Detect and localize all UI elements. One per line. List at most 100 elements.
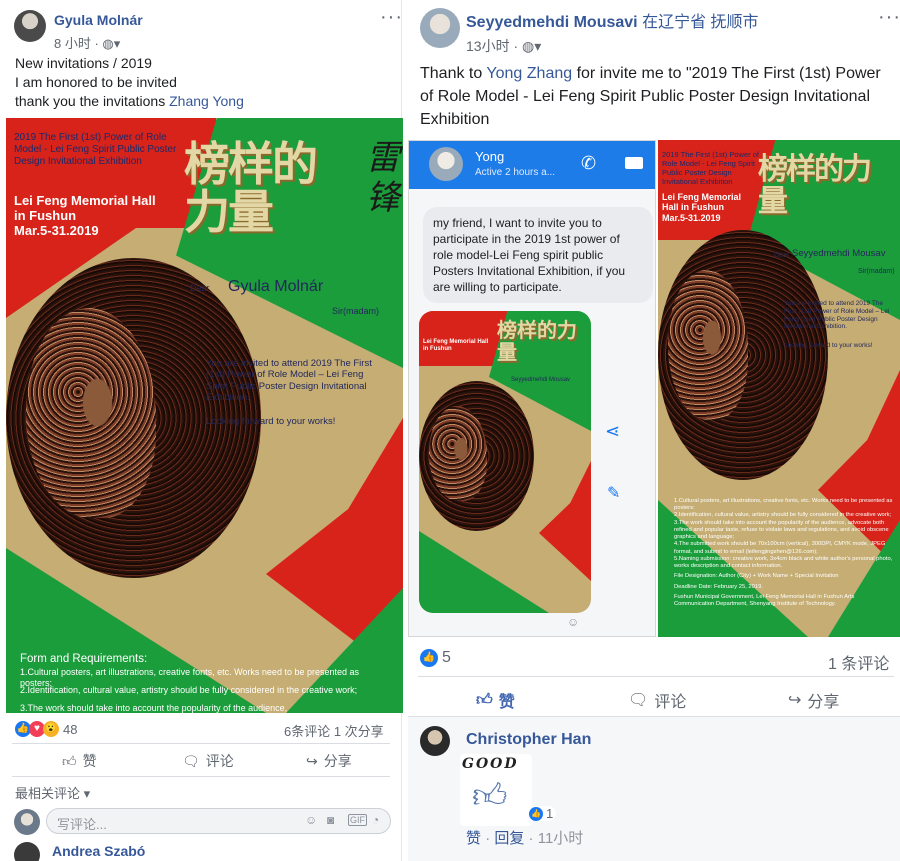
author-name[interactable]: Seyyedmehdi Mousavi [466, 14, 638, 31]
poster-image[interactable]: 2019 The First (1st) Power of Role Model… [6, 118, 403, 713]
location[interactable]: 在辽宁省 抚顺市 [642, 14, 758, 31]
comment-button[interactable]: 🗨︎ 评论 [182, 751, 234, 771]
comment-time[interactable]: 11小时 [538, 830, 584, 847]
current-user-avatar [14, 809, 40, 835]
poster-organizer: Fushun Municipal Government, Lei Feng Me… [674, 593, 855, 608]
poster-looking: Looking forward to your works! [206, 416, 336, 427]
post-text: Thank to Yong Zhang for invite me to "20… [420, 65, 881, 128]
poster-invite: You are invited to attend 2019 The First… [784, 300, 890, 331]
like-button[interactable]: 👍︎ 赞 [476, 688, 515, 712]
chevron-down-icon: ▾ [80, 786, 91, 801]
right-post-card: Seyyedmehdi Mousavi 在辽宁省 抚顺市 13小时 · ◍▾ ·… [408, 0, 900, 861]
poster-recipient: Gyula Molnár [228, 278, 324, 295]
poster-thumbnail[interactable]: 榜样的力量 Lei Feng Memorial Hall in Fushun S… [419, 311, 591, 613]
author-avatar[interactable] [420, 8, 460, 48]
divider [12, 743, 390, 744]
poster-form-2: 2.Identification, cultural value, artist… [674, 512, 892, 519]
poster-designation: File Designation: Author (City) + Work N… [674, 573, 839, 580]
reactions-summary[interactable]: 👍 ♥ 😮 48 [15, 721, 77, 737]
comment-reaction-count: 1 [546, 806, 554, 821]
poster-deadline: Deadline Date: February 25, 2019. [674, 583, 763, 590]
poster-calligraphy: 榜样的力量 [758, 152, 872, 219]
contact-status: Active 2 hours a... [475, 167, 556, 178]
poster-dates: Mar.5-31.2019 [662, 213, 721, 223]
share-icon: ↪ [788, 692, 802, 709]
poster-form-1: 1.Cultural posters, art illustrations, c… [674, 498, 893, 512]
share-button[interactable]: ↪ 分享 [788, 688, 839, 712]
globe-icon: · ◍▾ [513, 38, 542, 54]
comment-button[interactable]: 🗨︎ 评论 [628, 688, 686, 712]
comment-reaction-badge[interactable]: 👍 1 [526, 806, 557, 821]
commenter-name[interactable]: Christopher Han [466, 731, 591, 749]
post-options-icon[interactable]: ··· [878, 7, 900, 27]
comment-icon: 🗨︎ [182, 752, 200, 769]
thumb-calligraphy: 榜样的力量 [497, 318, 577, 364]
sticker-reaction-icon[interactable]: ☺ [567, 615, 579, 629]
poster-dear: Dear [190, 283, 210, 293]
messenger-screenshot[interactable]: Yong Active 2 hours a... ✆ my friend, I … [408, 140, 656, 637]
post-meta: 8 小时 · ◍▾ [54, 33, 120, 52]
post-options-icon[interactable]: ··· [380, 7, 403, 27]
comments-shares-count[interactable]: 6条评论 1 次分享 [284, 721, 384, 740]
share-icon: ↪ [306, 752, 318, 769]
post-text: New invitations / 2019 I am honored to b… [15, 54, 244, 111]
author-name[interactable]: Gyula Molnár [54, 12, 143, 28]
edit-icon[interactable]: ✎ [607, 483, 620, 503]
post-time[interactable]: 13小时 [466, 38, 510, 54]
like-reaction-icon: 👍 [420, 649, 438, 667]
emoji-icon[interactable]: ☺ [305, 813, 317, 827]
video-call-icon[interactable] [625, 157, 643, 169]
post-text-line-3: thank you the invitations Zhang Yong [15, 93, 244, 109]
author-header: Seyyedmehdi Mousavi 在辽宁省 抚顺市 [466, 8, 759, 32]
like-reaction-icon: 👍 [529, 806, 543, 821]
poster-image[interactable]: 2019 The First (1st) Power of Role Model… [658, 140, 900, 637]
poster-sir: Sir(madam) [858, 268, 895, 275]
poster-form-5: 5.Naming submission: creative work, 3x4c… [674, 555, 893, 570]
sticker-icon[interactable]: ◔ [372, 813, 379, 827]
comment-input[interactable]: 写评论... ☺ ◙ GIF ◔ [46, 808, 391, 834]
comment-like-link[interactable]: 赞 [466, 830, 481, 847]
poster-form-4: 4.The submitted work should be 70x100cm … [674, 541, 886, 555]
share-icon[interactable]: ⋖ [605, 421, 620, 442]
reactions-summary[interactable]: 👍 5 [420, 649, 451, 667]
author-avatar[interactable] [14, 10, 46, 42]
poster-title: 2019 The First (1st) Power of Role Model… [14, 132, 177, 167]
next-commenter-name[interactable]: Andrea Szabó [52, 843, 145, 859]
globe-icon: · ◍▾ [94, 36, 121, 51]
thumb-venue: Lei Feng Memorial Hall in Fushun [423, 339, 489, 352]
comment-reply-link[interactable]: 回复 [494, 830, 524, 847]
comment-placeholder: 写评论... [57, 817, 107, 832]
contact-avatar [429, 147, 463, 181]
mention-link[interactable]: Zhang Yong [169, 93, 244, 109]
poster-calligraphy: 榜样的力量 [184, 137, 318, 239]
post-meta: 13小时 · ◍▾ [466, 36, 541, 56]
comments-count[interactable]: 1 条评论 [828, 650, 889, 674]
phone-icon[interactable]: ✆ [581, 153, 596, 174]
camera-icon[interactable]: ◙ [327, 813, 334, 827]
thumbs-up-icon: 👍︎ [62, 752, 77, 769]
like-button[interactable]: 👍︎ 赞 [62, 751, 97, 771]
poster-form-2: 2.Identification, cultural value, artist… [20, 685, 358, 695]
messenger-header: Yong Active 2 hours a... ✆ [409, 141, 655, 189]
poster-dates: Mar.5-31.2019 [14, 223, 99, 238]
next-commenter-avatar[interactable] [14, 842, 40, 861]
poster-form-text: 1.Cultural posters, art illustrations, c… [674, 498, 896, 608]
contact-name: Yong [475, 149, 505, 164]
commenter-avatar[interactable] [420, 726, 450, 756]
poster-venue: Lei Feng Memorial Hall in Fushun [14, 193, 156, 223]
divider [12, 776, 390, 777]
comment-sort-dropdown[interactable]: 最相关评论 ▾ [15, 783, 90, 802]
thumbs-up-icon: 👍︎ [472, 777, 508, 815]
poster-dear: Dear [774, 252, 790, 259]
poster-sir: Sir(madam) [332, 306, 380, 316]
poster-venue: Lei Feng Memorial Hall in Fushun [662, 192, 742, 213]
gif-icon[interactable]: GIF [348, 814, 367, 826]
mention-link[interactable]: Yong Zhang [486, 65, 572, 82]
message-bubble: my friend, I want to invite you to parti… [423, 207, 653, 303]
poster-form-head: Form and Requirements: [20, 653, 148, 665]
share-button[interactable]: ↪ 分享 [306, 751, 352, 771]
post-time[interactable]: 8 小时 [54, 36, 91, 51]
good-sticker: GOOD 👍︎ [460, 754, 532, 826]
reactions-count: 48 [63, 721, 78, 737]
sticker-text: GOOD [462, 756, 519, 772]
